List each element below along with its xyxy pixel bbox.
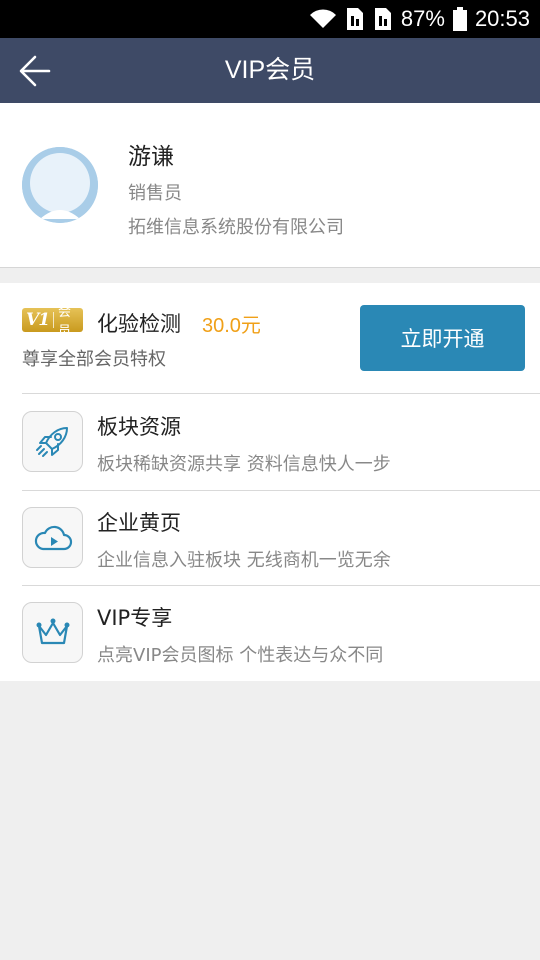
feature-title: 板块资源 — [97, 415, 181, 439]
wifi-icon — [309, 8, 337, 30]
vip-card: V1 会员 化验检测 30.0元 尊享全部会员特权 立即开通 板块资源 板块稀缺… — [0, 283, 540, 681]
default-avatar-icon — [22, 147, 98, 223]
plan-description: 尊享全部会员特权 — [22, 349, 166, 370]
feature-description: 企业信息入驻板块 无线商机一览无余 — [97, 550, 391, 571]
feature-description: 点亮VIP会员图标 个性表达与众不同 — [97, 645, 384, 666]
user-name: 游谦 — [128, 144, 174, 170]
rocket-icon — [35, 426, 68, 457]
feature-title: VIP专享 — [97, 606, 173, 630]
user-company: 拓维信息系统股份有限公司 — [128, 217, 344, 238]
avatar — [22, 147, 98, 223]
sim-card-icon — [373, 7, 393, 31]
feature-icon-box — [22, 602, 83, 663]
feature-item-resources: 板块资源 板块稀缺资源共享 资料信息快人一步 — [0, 394, 540, 490]
plan-price: 30.0元 — [202, 315, 261, 337]
activate-button[interactable]: 立即开通 — [360, 305, 525, 371]
status-bar: 87% 20:53 — [0, 0, 540, 38]
crown-icon — [36, 618, 69, 644]
sim-card-icon — [345, 7, 365, 31]
feature-title: 企业黄页 — [97, 511, 181, 535]
feature-icon-box — [22, 411, 83, 472]
feature-icon-box — [22, 507, 83, 568]
plan-name: 化验检测 — [97, 312, 181, 336]
battery-percent: 87% — [400, 6, 445, 31]
vip-level: V1 — [26, 310, 50, 330]
vip-plan-row: V1 会员 化验检测 30.0元 尊享全部会员特权 立即开通 — [0, 283, 540, 393]
user-role: 销售员 — [128, 183, 182, 204]
feature-item-vip-exclusive: VIP专享 点亮VIP会员图标 个性表达与众不同 — [0, 585, 540, 681]
badge-separator — [53, 312, 54, 328]
battery-icon — [452, 7, 467, 31]
clock: 20:53 — [474, 6, 530, 31]
vip-badge: V1 会员 — [22, 305, 83, 339]
status-bar-right: 87% 20:53 — [309, 0, 530, 38]
profile-card: 游谦 销售员 拓维信息系统股份有限公司 — [0, 103, 540, 268]
feature-description: 板块稀缺资源共享 资料信息快人一步 — [97, 454, 391, 475]
title-bar: VIP会员 — [0, 38, 540, 103]
page-title: VIP会员 — [224, 56, 316, 84]
vip-badge-label: 会员 — [58, 305, 72, 339]
cloud-play-icon — [34, 525, 72, 550]
feature-item-yellow-pages: 企业黄页 企业信息入驻板块 无线商机一览无余 — [0, 490, 540, 586]
